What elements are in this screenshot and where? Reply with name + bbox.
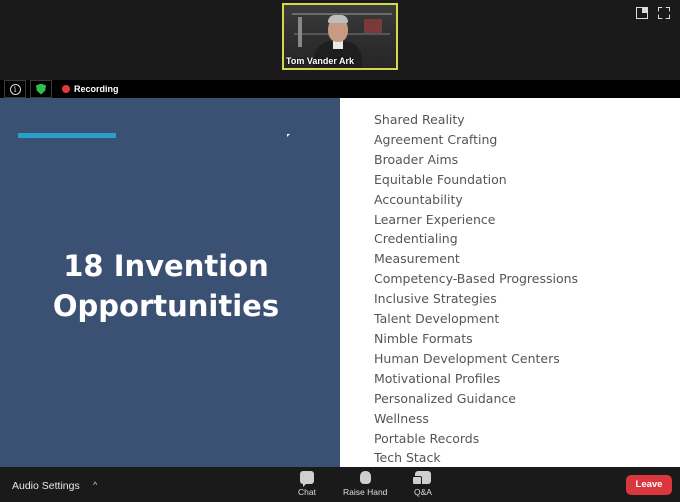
view-controls: [636, 7, 670, 19]
opportunity-item: Wellness: [374, 410, 429, 426]
leave-button[interactable]: Leave: [626, 475, 672, 495]
opportunity-item: Personalized Guidance: [374, 390, 516, 406]
qa-icon: [411, 471, 431, 485]
audio-settings-button[interactable]: Audio Settings: [12, 480, 80, 492]
meeting-info-button[interactable]: i: [4, 80, 26, 98]
recording-label: Recording: [74, 84, 119, 94]
slide-title-panel: 18 Invention Opportunities: [0, 98, 340, 467]
slide-list-panel: Shared Reality Agreement Crafting Broader …: [340, 98, 680, 467]
opportunity-item: Motivational Profiles: [374, 370, 501, 386]
fullscreen-icon[interactable]: [658, 7, 670, 19]
opportunity-item: Portable Records: [374, 430, 480, 446]
opportunity-item: Accountability: [374, 191, 463, 207]
opportunity-item: Inclusive Strategies: [374, 291, 497, 307]
hand-icon: [359, 471, 371, 484]
meeting-toolbar: Audio Settings ^ Chat Raise Hand Q&A Lea…: [0, 467, 680, 502]
opportunity-item: Talent Development: [374, 311, 500, 327]
participant-name: Tom Vander Ark: [286, 56, 355, 66]
participant-video-tile[interactable]: Tom Vander Ark: [282, 3, 398, 70]
slide-title-line: Opportunities: [52, 289, 280, 323]
security-button[interactable]: [30, 80, 52, 98]
chevron-up-icon[interactable]: ^: [93, 480, 97, 490]
opportunity-item: Tech Stack: [374, 450, 441, 466]
opportunity-item: Shared Reality: [374, 112, 465, 127]
raise-hand-label: Raise Hand: [343, 487, 388, 497]
opportunity-item: Learner Experience: [374, 211, 496, 227]
qa-button[interactable]: Q&A: [411, 471, 432, 497]
info-icon: i: [9, 83, 21, 95]
chat-label: Chat: [298, 487, 316, 497]
gallery-view-icon[interactable]: [636, 7, 648, 19]
shield-icon: [36, 83, 46, 95]
video-wall-art: [364, 19, 382, 33]
opportunity-item: Credentialing: [374, 231, 458, 247]
opportunity-item: Equitable Foundation: [374, 171, 507, 187]
recording-indicator[interactable]: Recording: [62, 84, 119, 94]
participant-collar: [333, 41, 343, 49]
slide-accent-bar: [18, 133, 116, 138]
slide-title-line: 18 Invention: [63, 249, 269, 283]
meeting-status-bar: i Recording: [0, 80, 680, 98]
participant-strip: Tom Vander Ark: [0, 0, 680, 76]
opportunity-item: Nimble Formats: [374, 330, 473, 346]
participant-hair: [328, 15, 348, 23]
raise-hand-button[interactable]: Raise Hand: [343, 471, 387, 497]
opportunity-item: Broader Aims: [374, 151, 459, 167]
opportunity-item: Measurement: [374, 251, 460, 267]
slide-title: 18 Invention Opportunities: [0, 246, 332, 326]
mouse-cursor-icon: [287, 134, 290, 137]
video-lamp: [298, 17, 302, 47]
chat-icon: [299, 471, 314, 487]
chat-button[interactable]: Chat: [298, 471, 316, 497]
opportunity-list: Shared Reality Agreement Crafting Broader …: [374, 110, 578, 468]
opportunity-item: Human Development Centers: [374, 350, 560, 366]
opportunity-item: Competency-Based Progressions: [374, 271, 579, 287]
record-dot-icon: [62, 85, 70, 93]
opportunity-item: Agreement Crafting: [374, 131, 498, 147]
qa-label: Q&A: [414, 487, 432, 497]
